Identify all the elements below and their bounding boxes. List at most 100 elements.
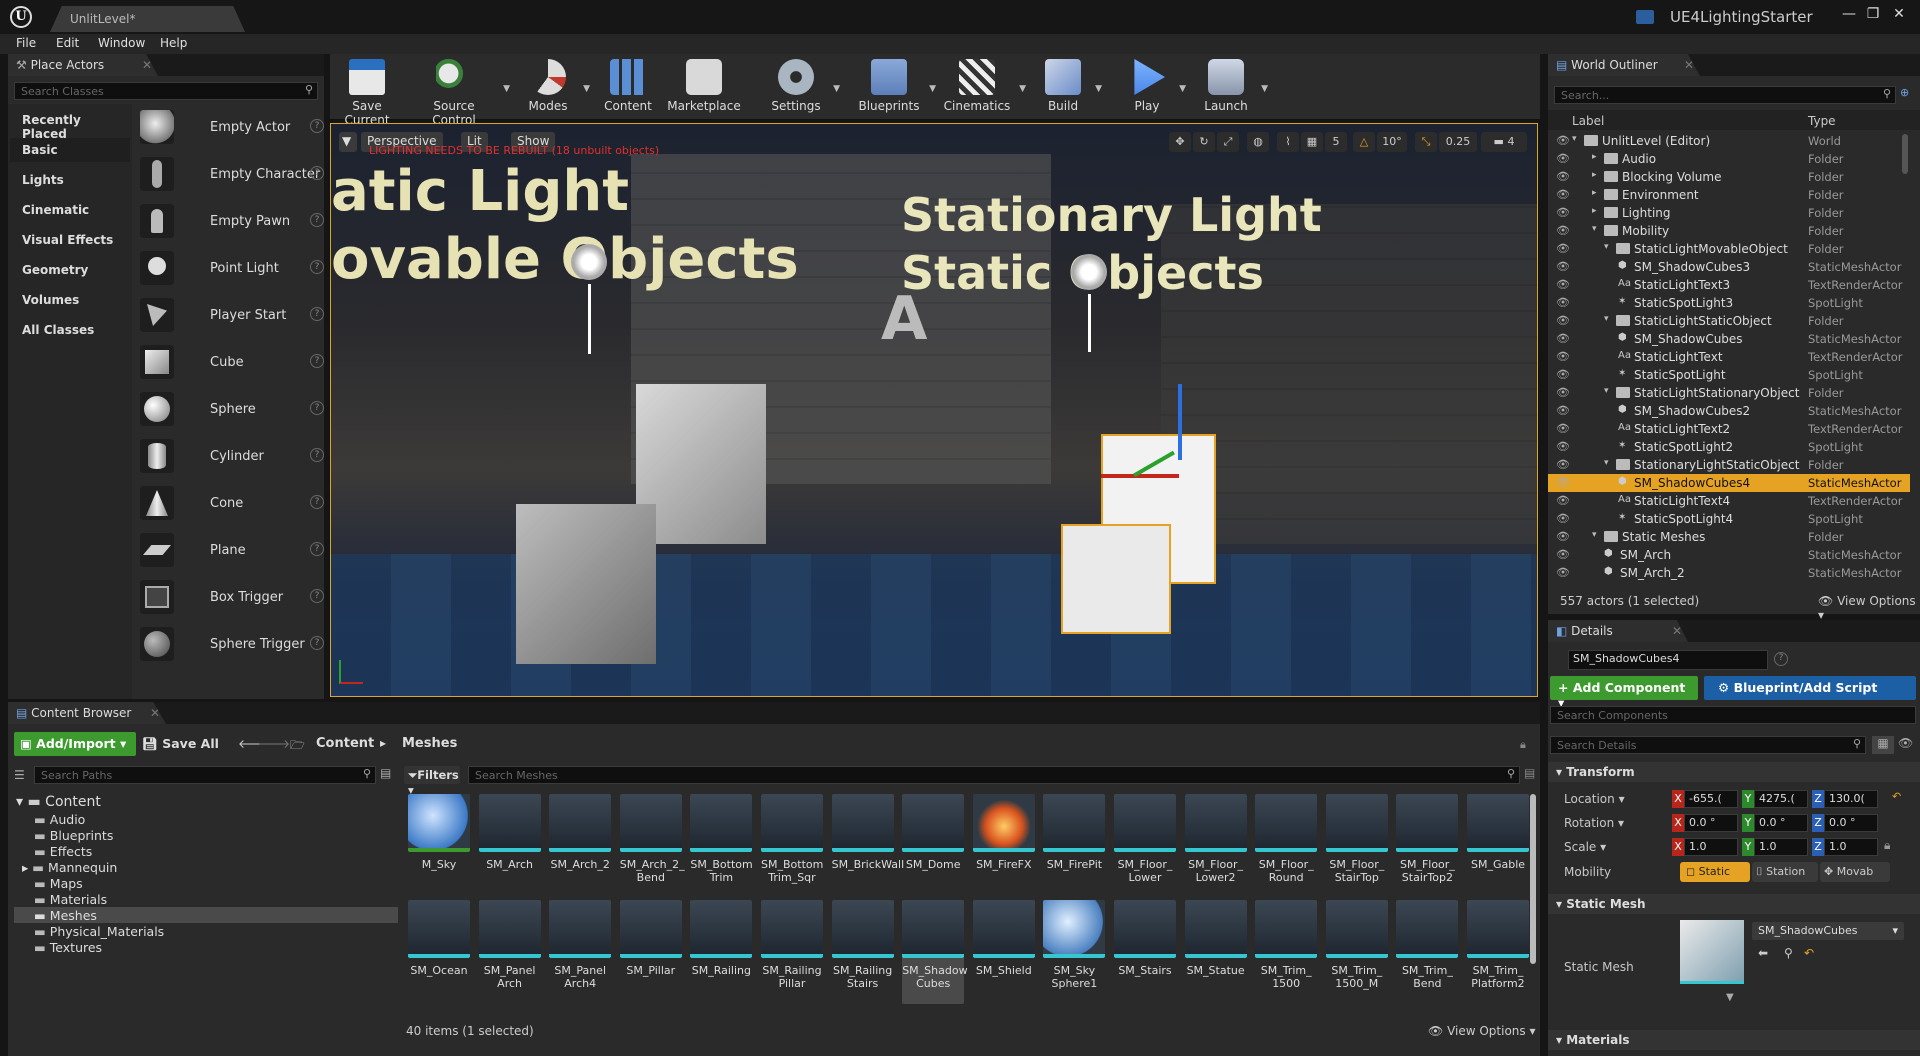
actor-name-input[interactable]: SM_ShadowCubes4 xyxy=(1568,650,1768,670)
reset-to-default-icon[interactable]: ↶ xyxy=(1892,790,1901,803)
dock-icon[interactable]: ▤ xyxy=(1524,766,1535,780)
search-paths-input[interactable]: Search Paths ⚲ xyxy=(34,766,376,784)
help-icon[interactable]: ? xyxy=(310,213,324,227)
actor-item[interactable]: Sphere? xyxy=(134,388,330,432)
help-icon[interactable]: ? xyxy=(310,448,324,462)
outliner-row[interactable]: 👁 ▾ StationaryLightStaticObject Folder xyxy=(1548,456,1910,474)
lock-icon[interactable]: 🔒︎ xyxy=(1884,838,1890,853)
actor-item[interactable]: Cylinder? xyxy=(134,435,330,479)
outliner-row[interactable]: 👁 ▾ Mobility Folder xyxy=(1548,222,1910,240)
viewport-options-button[interactable]: ▼ xyxy=(339,132,357,152)
location-x-input[interactable]: -655.( xyxy=(1684,790,1738,808)
mobility-movable-button[interactable]: ✥ Movab xyxy=(1820,862,1890,882)
category-all-classes[interactable]: All Classes xyxy=(14,318,130,342)
visibility-eye-icon[interactable]: 👁 xyxy=(1556,224,1570,238)
category-lights[interactable]: Lights xyxy=(14,168,130,192)
outliner-row[interactable]: 👁 Aa StaticLightText4 TextRenderActor xyxy=(1548,492,1910,510)
expand-arrow-icon[interactable]: ▸ xyxy=(1592,188,1597,198)
outliner-row[interactable]: 👁 ✶ StaticSpotLight2 SpotLight xyxy=(1548,438,1910,456)
outliner-row[interactable]: 👁 ⬢ SM_ShadowCubes2 StaticMeshActor xyxy=(1548,402,1910,420)
asset-tile[interactable]: SM_Dome xyxy=(902,794,965,898)
outliner-row[interactable]: 👁 ▸ Audio Folder xyxy=(1548,150,1910,168)
outliner-row[interactable]: 👁 ▸ Lighting Folder xyxy=(1548,204,1910,222)
dropdown-arrow-icon[interactable]: ▼ xyxy=(583,84,590,94)
outliner-row[interactable]: 👁 ✶ StaticSpotLight3 SpotLight xyxy=(1548,294,1910,312)
category-volumes[interactable]: Volumes xyxy=(14,288,130,312)
asset-tile[interactable]: SM_FirePit xyxy=(1043,794,1106,898)
place-actors-tab[interactable]: ⚒ Place Actors ✕ xyxy=(8,54,158,76)
visibility-eye-icon[interactable]: 👁 xyxy=(1556,548,1570,562)
launch-button[interactable]: Launch ▼ xyxy=(1198,56,1268,118)
outliner-scrollbar[interactable] xyxy=(1902,134,1908,174)
menu-help[interactable]: Help xyxy=(160,36,187,50)
play-button[interactable]: Play ▼ xyxy=(1122,56,1186,118)
filters-button[interactable]: ⏷Filters ▾ xyxy=(404,766,460,797)
rotation-snap-icon[interactable]: △ xyxy=(1353,132,1375,152)
translate-icon[interactable]: ✥ xyxy=(1169,132,1191,152)
expand-arrow-icon[interactable]: ▸ xyxy=(1592,206,1597,216)
close-button[interactable]: ✕ xyxy=(1888,6,1910,24)
actor-item[interactable]: Cone? xyxy=(134,482,330,526)
asset-tile[interactable]: SM_Statue xyxy=(1184,900,1247,1004)
close-tab-icon[interactable]: ✕ xyxy=(1672,624,1682,638)
outliner-row[interactable]: 👁 ▸ Environment Folder xyxy=(1548,186,1910,204)
help-icon[interactable]: ? xyxy=(310,495,324,509)
asset-tile[interactable]: SM_Floor_ StairTop xyxy=(1325,794,1388,898)
outliner-row[interactable]: 👁 Aa StaticLightText2 TextRenderActor xyxy=(1548,420,1910,438)
marketplace-button[interactable]: Marketplace xyxy=(666,56,742,118)
collapse-arrow-icon[interactable]: ▾ xyxy=(1604,386,1609,396)
tree-item-mannequin[interactable]: ▸ ▬ Mannequin xyxy=(22,860,117,875)
mobility-stationary-button[interactable]: ⌷ Station xyxy=(1752,862,1818,882)
help-icon[interactable]: ? xyxy=(1774,652,1788,666)
visibility-eye-icon[interactable]: 👁 xyxy=(1556,350,1570,364)
mobility-static-button[interactable]: ◻ Static xyxy=(1680,862,1750,882)
lock-icon[interactable]: 🔒︎ xyxy=(1520,738,1526,752)
outliner-row[interactable]: 👁 ✶ StaticSpotLight4 SpotLight xyxy=(1548,510,1910,528)
reset-to-default-icon[interactable]: ↶ xyxy=(1804,946,1814,960)
save-all-button[interactable]: 💾︎ Save All xyxy=(142,736,219,752)
details-tab[interactable]: ◧ Details ✕ xyxy=(1548,620,1688,642)
actor-item[interactable]: Empty Pawn? xyxy=(134,200,330,244)
static-mesh-section-header[interactable]: ▾ Static Mesh xyxy=(1548,894,1920,914)
visibility-eye-icon[interactable]: 👁 xyxy=(1556,476,1570,490)
help-icon[interactable]: ? xyxy=(310,636,324,650)
rotation-x-input[interactable]: 0.0 ° xyxy=(1684,814,1738,832)
asset-tile[interactable]: SM_Railing Stairs xyxy=(831,900,894,1004)
asset-tile[interactable]: SM_FireFX xyxy=(972,794,1035,898)
history-forward-icon[interactable]: 🡒 xyxy=(258,736,290,751)
asset-tile[interactable]: SM_Railing xyxy=(690,900,753,1004)
asset-tile[interactable]: SM_Sky Sphere1 xyxy=(1043,900,1106,1004)
search-classes-input[interactable]: Search Classes ⚲ xyxy=(14,82,318,100)
close-tab-icon[interactable]: ✕ xyxy=(1684,58,1694,72)
dropdown-arrow-icon[interactable]: ▼ xyxy=(929,84,936,94)
actor-item[interactable]: Empty Actor? xyxy=(134,106,330,150)
visibility-eye-icon[interactable]: 👁 xyxy=(1556,242,1570,256)
visibility-eye-icon[interactable]: 👁 xyxy=(1556,386,1570,400)
outliner-row[interactable]: 👁 ▾ StaticLightMovableObject Folder xyxy=(1548,240,1910,258)
asset-tile[interactable]: SM_Railing Pillar xyxy=(761,900,823,1004)
cinematics-button[interactable]: Cinematics ▼ xyxy=(942,56,1026,118)
visibility-eye-icon[interactable]: 👁 xyxy=(1556,422,1570,436)
tree-item-textures[interactable]: ▬ Textures xyxy=(34,940,102,955)
outliner-row[interactable]: 👁 ⬢ SM_Arch StaticMeshActor xyxy=(1548,546,1910,564)
content-view-options-button[interactable]: 👁 View Options ▾ xyxy=(1428,1024,1536,1038)
asset-tile[interactable]: SM_Floor_ StairTop2 xyxy=(1396,794,1459,898)
location-label[interactable]: Location ▾ xyxy=(1564,792,1625,806)
menu-edit[interactable]: Edit xyxy=(56,36,79,50)
close-tab-icon[interactable]: ✕ xyxy=(142,58,152,72)
outliner-row[interactable]: 👁 ⬢ SM_ShadowCubes3 StaticMeshActor xyxy=(1548,258,1910,276)
scale-snap-icon[interactable]: ⤡ xyxy=(1415,132,1437,152)
label-column-header[interactable]: Label xyxy=(1572,114,1604,128)
tree-item-effects[interactable]: ▬ Effects xyxy=(34,844,92,859)
tree-item-materials[interactable]: ▬ Materials xyxy=(34,892,107,907)
view-list-icon[interactable]: ▤ xyxy=(380,766,391,780)
asset-tile[interactable]: SM_Shield xyxy=(972,900,1035,1004)
asset-grid-scrollbar[interactable] xyxy=(1530,794,1536,964)
selected-shadow-cubes4-part[interactable] xyxy=(1061,524,1171,634)
level-viewport[interactable]: atic Light ovable Objects Stationary Lig… xyxy=(330,123,1538,697)
search-details-input[interactable]: Search Details ⚲ xyxy=(1550,736,1866,754)
search-components-input[interactable]: Search Components xyxy=(1550,706,1916,724)
minimize-button[interactable]: — xyxy=(1838,6,1860,24)
spotlight-icon[interactable] xyxy=(1071,254,1107,290)
materials-section-header[interactable]: ▾ Materials xyxy=(1548,1030,1920,1050)
